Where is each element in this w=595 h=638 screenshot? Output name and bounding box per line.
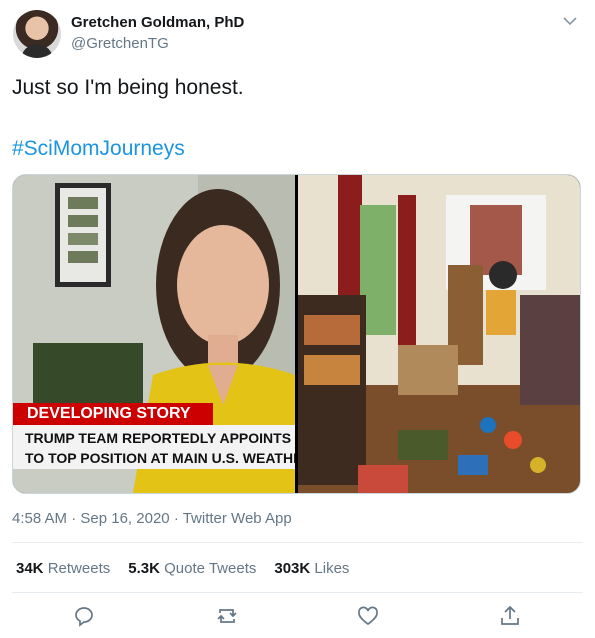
author-name[interactable]: Gretchen Goldman, PhD [71, 14, 244, 31]
news-screenshot-image[interactable]: DEVELOPING STORY TRUMP TEAM REPORTEDLY A… [13, 175, 295, 493]
media-grid[interactable]: DEVELOPING STORY TRUMP TEAM REPORTEDLY A… [12, 174, 581, 494]
meta-separator-2: · [173, 510, 179, 527]
headline-ticker: TRUMP TEAM REPORTEDLY APPOINTS C TO TOP … [13, 425, 295, 469]
retweets-label: Retweets [47, 560, 111, 577]
likes-count: 303K [274, 560, 311, 577]
home-office-image[interactable] [298, 175, 580, 493]
share-icon[interactable] [498, 604, 522, 628]
room-scene [298, 175, 580, 493]
reply-icon[interactable] [72, 604, 96, 628]
headline-line-1: TRUMP TEAM REPORTEDLY APPOINTS C [25, 430, 295, 446]
time[interactable]: 4:58 AM [12, 510, 67, 527]
likes-stat[interactable]: 303K Likes [274, 560, 349, 577]
like-icon[interactable] [356, 604, 380, 628]
likes-label: Likes [314, 560, 350, 577]
avatar[interactable] [13, 10, 61, 58]
quote-tweets-label: Quote Tweets [164, 560, 257, 577]
retweets-stat[interactable]: 34K Retweets [16, 560, 110, 577]
quote-tweets-stat[interactable]: 5.3K Quote Tweets [128, 560, 256, 577]
action-bar [0, 604, 595, 632]
divider [12, 592, 583, 593]
author-handle[interactable]: @GretchenTG [71, 35, 169, 52]
timestamp-line: 4:58 AM · Sep 16, 2020 · Twitter Web App [12, 510, 292, 527]
date[interactable]: Sep 16, 2020 [80, 510, 169, 527]
chevron-down-icon[interactable] [561, 12, 579, 30]
divider [12, 542, 583, 543]
breaking-banner: DEVELOPING STORY [13, 403, 213, 425]
retweets-count: 34K [16, 560, 44, 577]
hashtag-link[interactable]: #SciMomJourneys [12, 137, 185, 161]
tweet-text: Just so I'm being honest. [12, 76, 244, 99]
client-link[interactable]: Twitter Web App [183, 510, 292, 527]
quote-tweets-count: 5.3K [128, 560, 160, 577]
engagement-stats: 34K Retweets 5.3K Quote Tweets 303K Like… [16, 560, 349, 577]
retweet-icon[interactable] [215, 604, 239, 628]
headline-line-2: TO TOP POSITION AT MAIN U.S. WEATHE [25, 450, 295, 466]
meta-separator: · [71, 510, 77, 527]
